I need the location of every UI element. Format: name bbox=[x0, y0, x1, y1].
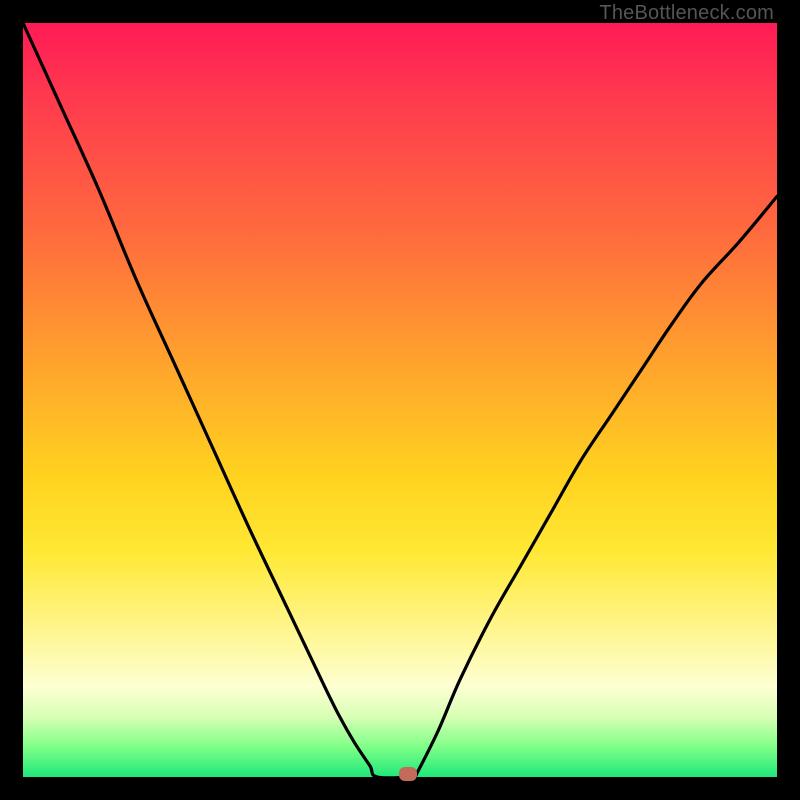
curve-left bbox=[23, 23, 415, 777]
bottleneck-curve bbox=[23, 23, 777, 777]
watermark-text: TheBottleneck.com bbox=[599, 2, 774, 25]
optimum-marker bbox=[399, 767, 417, 781]
curve-right bbox=[415, 196, 777, 777]
chart-frame: TheBottleneck.com bbox=[0, 0, 800, 800]
plot-area bbox=[23, 23, 777, 777]
